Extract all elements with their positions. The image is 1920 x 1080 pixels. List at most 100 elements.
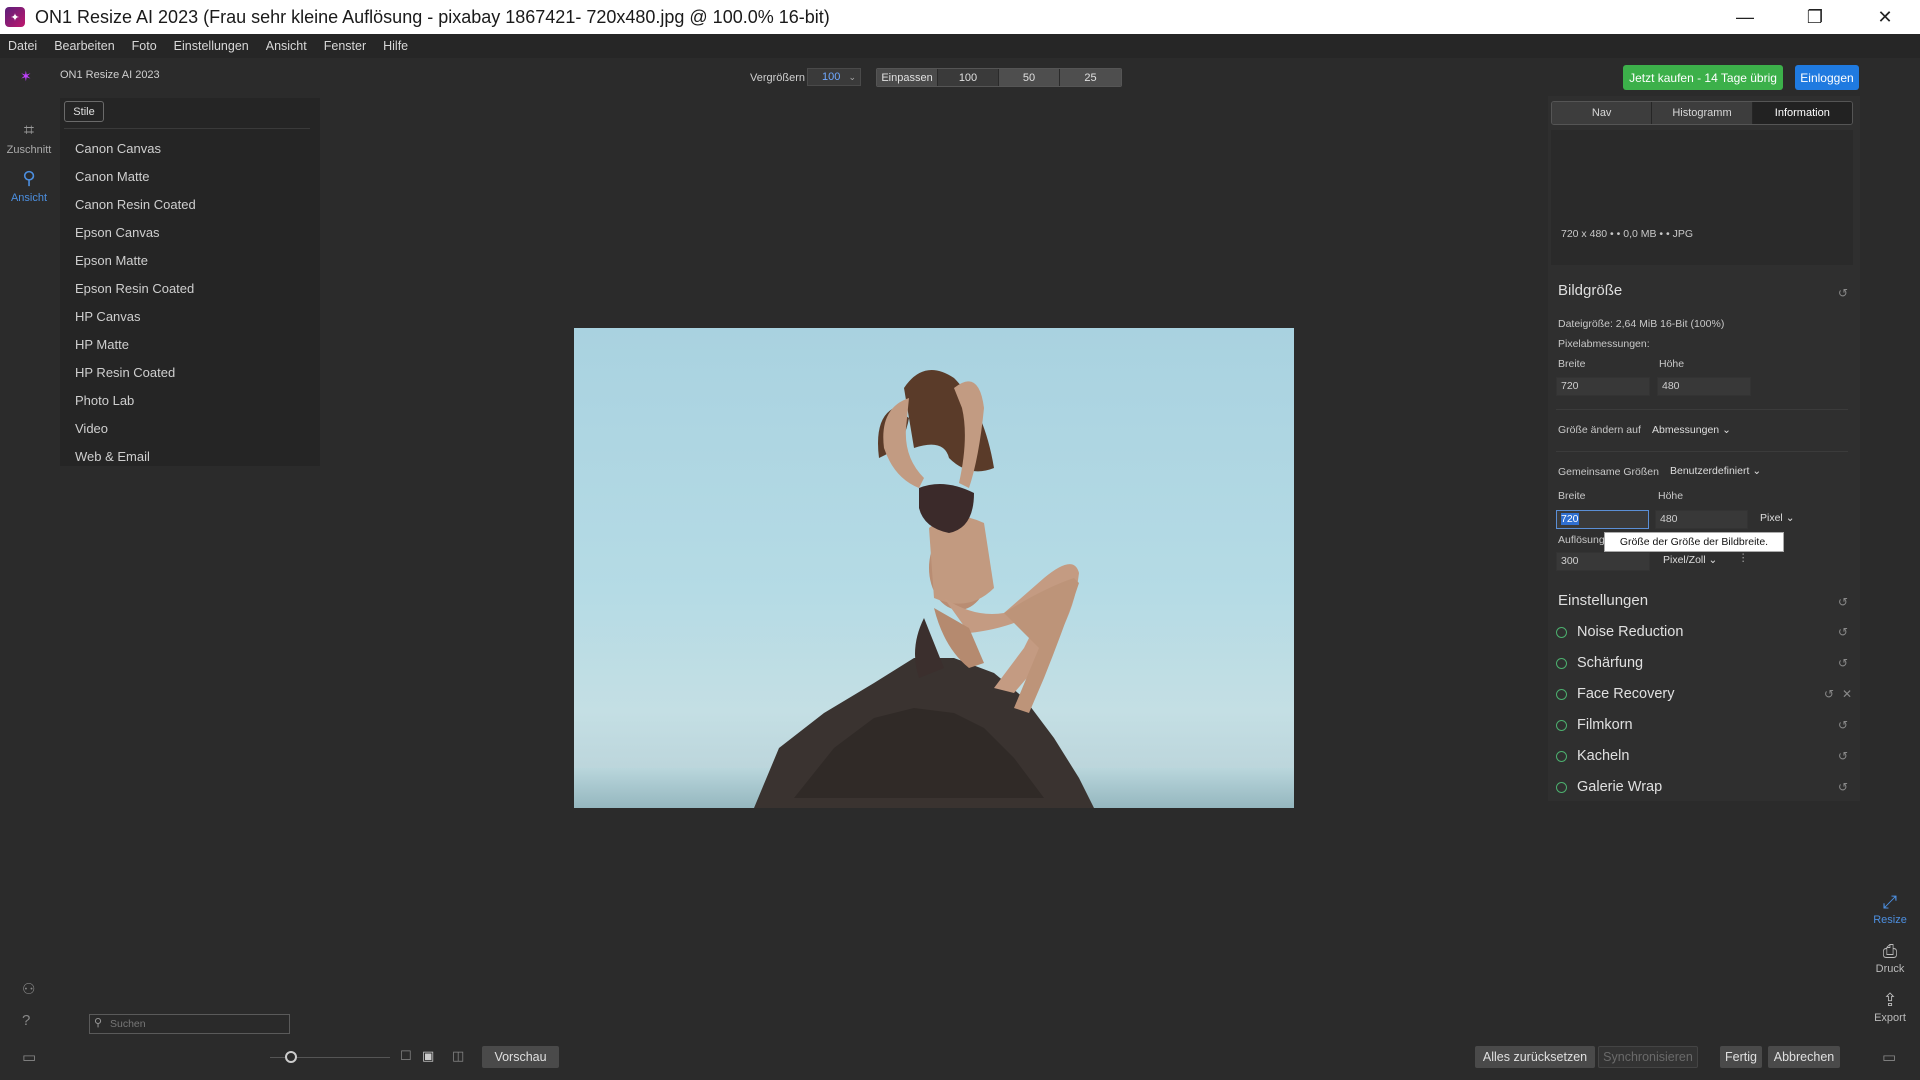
- style-item[interactable]: Epson Matte: [75, 247, 196, 275]
- style-item[interactable]: HP Resin Coated: [75, 359, 196, 387]
- new-height-input[interactable]: 480: [1655, 510, 1748, 529]
- search-icon: ⚲: [94, 1017, 103, 1029]
- toggle-circle-icon[interactable]: [1556, 627, 1567, 638]
- resolution-unit-dropdown[interactable]: Pixel/Zoll ⌄: [1663, 554, 1717, 566]
- user-icon[interactable]: ⚇: [22, 980, 35, 998]
- image-canvas[interactable]: [574, 328, 1294, 808]
- style-item[interactable]: Epson Canvas: [75, 219, 196, 247]
- rail-print[interactable]: ⎙ Druck: [1868, 941, 1912, 975]
- reset-icon[interactable]: ↺: [1838, 718, 1848, 732]
- tab-information[interactable]: Information: [1752, 102, 1852, 124]
- toggle-circle-icon[interactable]: [1556, 751, 1567, 762]
- style-item[interactable]: Epson Resin Coated: [75, 275, 196, 303]
- done-button[interactable]: Fertig: [1720, 1046, 1762, 1068]
- panel-toggle-icon[interactable]: ▭: [22, 1048, 36, 1066]
- maximize-button[interactable]: ❐: [1780, 0, 1850, 34]
- style-item[interactable]: Canon Matte: [75, 163, 196, 191]
- setting-schaerfung[interactable]: Schärfung ↺: [1556, 653, 1856, 675]
- rail-resize[interactable]: ⤢ Resize: [1868, 892, 1912, 926]
- style-item[interactable]: Photo Lab: [75, 387, 196, 415]
- style-item[interactable]: Video: [75, 415, 196, 443]
- zoom-25-button[interactable]: 25: [1060, 69, 1121, 86]
- setting-label: Filmkorn: [1577, 717, 1633, 733]
- styles-tab[interactable]: Stile: [64, 101, 104, 122]
- zoom-select[interactable]: 100 ⌄: [807, 68, 861, 86]
- split-view-icon[interactable]: ▣: [422, 1048, 434, 1064]
- help-icon[interactable]: ?: [22, 1012, 30, 1029]
- on1-logo-icon: ✶: [20, 68, 32, 84]
- setting-label: Noise Reduction: [1577, 624, 1684, 640]
- menu-einstellungen[interactable]: Einstellungen: [174, 39, 249, 53]
- reset-all-button[interactable]: Alles zurücksetzen: [1475, 1046, 1595, 1068]
- resize-to-dropdown[interactable]: Abmessungen ⌄: [1652, 424, 1731, 436]
- buy-now-button[interactable]: Jetzt kaufen - 14 Tage übrig: [1623, 65, 1783, 90]
- section-title-bildgroesse: Bildgröße: [1558, 282, 1623, 299]
- reset-icon[interactable]: ↺: [1838, 656, 1848, 670]
- menu-bearbeiten[interactable]: Bearbeiten: [54, 39, 114, 53]
- panel-tabs: Nav Histogramm Information: [1551, 101, 1853, 125]
- preview-button[interactable]: Vorschau: [482, 1046, 559, 1068]
- chevron-down-icon: ⌄: [1722, 424, 1731, 436]
- menu-ansicht[interactable]: Ansicht: [266, 39, 307, 53]
- divider: [1556, 451, 1848, 452]
- toggle-circle-icon[interactable]: [1556, 689, 1567, 700]
- window-title: ON1 Resize AI 2023 (Frau sehr kleine Auf…: [35, 6, 830, 27]
- zoom-100-button[interactable]: 100: [938, 69, 999, 86]
- style-item[interactable]: Canon Canvas: [75, 135, 196, 163]
- panel-toggle-icon[interactable]: ▭: [1882, 1048, 1896, 1066]
- menu-datei[interactable]: Datei: [8, 39, 37, 53]
- style-item[interactable]: Canon Resin Coated: [75, 191, 196, 219]
- search-input[interactable]: [110, 1016, 285, 1032]
- rail-crop[interactable]: ⌗ Zuschnitt: [0, 120, 58, 156]
- setting-filmkorn[interactable]: Filmkorn ↺: [1556, 715, 1856, 737]
- sync-button[interactable]: Synchronisieren: [1598, 1046, 1698, 1068]
- toggle-circle-icon[interactable]: [1556, 720, 1567, 731]
- minimize-button[interactable]: —: [1710, 0, 1780, 34]
- common-sizes-dropdown[interactable]: Benutzerdefiniert ⌄: [1670, 465, 1761, 477]
- setting-label: Face Recovery: [1577, 686, 1675, 702]
- resolution-input[interactable]: 300: [1556, 552, 1650, 571]
- zoom-50-button[interactable]: 50: [999, 69, 1060, 86]
- reset-icon[interactable]: ↺: [1838, 286, 1848, 300]
- styles-list: Canon Canvas Canon Matte Canon Resin Coa…: [75, 135, 196, 471]
- setting-kacheln[interactable]: Kacheln ↺: [1556, 746, 1856, 768]
- window-controls: — ❐ ✕: [1710, 0, 1920, 34]
- reset-icon[interactable]: ↺: [1838, 625, 1848, 639]
- chevron-down-icon: ⌄: [1785, 512, 1795, 524]
- new-width-input[interactable]: 720: [1556, 510, 1649, 529]
- menu-fenster[interactable]: Fenster: [324, 39, 366, 53]
- login-button[interactable]: Einloggen: [1795, 65, 1859, 90]
- zoom-fit-button[interactable]: Einpassen: [877, 69, 938, 86]
- right-panel: Nav Histogramm Information 720 x 480 • •…: [1548, 96, 1860, 801]
- single-view-icon[interactable]: ☐: [400, 1048, 412, 1064]
- setting-galerie-wrap[interactable]: Galerie Wrap ↺: [1556, 777, 1856, 799]
- title-bar: ✦ ON1 Resize AI 2023 (Frau sehr kleine A…: [0, 0, 1920, 34]
- side-by-side-icon[interactable]: ◫: [452, 1048, 464, 1064]
- setting-face-recovery[interactable]: Face Recovery ↺ ✕: [1556, 684, 1856, 706]
- rail-view[interactable]: ⚲ Ansicht: [0, 168, 58, 204]
- unit-dropdown[interactable]: Pixel ⌄: [1760, 512, 1795, 524]
- rail-export[interactable]: ⇪ Export: [1868, 990, 1912, 1024]
- close-icon[interactable]: ✕: [1842, 687, 1852, 701]
- compare-slider-handle[interactable]: [285, 1051, 297, 1063]
- menu-foto[interactable]: Foto: [132, 39, 157, 53]
- reset-icon[interactable]: ↺: [1838, 595, 1848, 609]
- reset-icon[interactable]: ↺: [1838, 780, 1848, 794]
- tab-nav[interactable]: Nav: [1552, 102, 1653, 124]
- style-item[interactable]: HP Canvas: [75, 303, 196, 331]
- resolution-label: Auflösung: [1558, 534, 1605, 546]
- tab-histogram[interactable]: Histogramm: [1652, 102, 1753, 124]
- close-button[interactable]: ✕: [1850, 0, 1920, 34]
- menu-hilfe[interactable]: Hilfe: [383, 39, 408, 53]
- reset-icon[interactable]: ↺: [1838, 749, 1848, 763]
- setting-noise-reduction[interactable]: Noise Reduction ↺: [1556, 622, 1856, 644]
- cancel-button[interactable]: Abbrechen: [1768, 1046, 1840, 1068]
- toggle-circle-icon[interactable]: [1556, 782, 1567, 793]
- style-item[interactable]: Web & Email: [75, 443, 196, 471]
- more-options-icon[interactable]: ⋮: [1738, 552, 1749, 564]
- style-item[interactable]: HP Matte: [75, 331, 196, 359]
- zoom-value: 100: [822, 71, 841, 83]
- print-icon: ⎙: [1882, 941, 1898, 961]
- toggle-circle-icon[interactable]: [1556, 658, 1567, 669]
- reset-icon[interactable]: ↺: [1824, 687, 1834, 701]
